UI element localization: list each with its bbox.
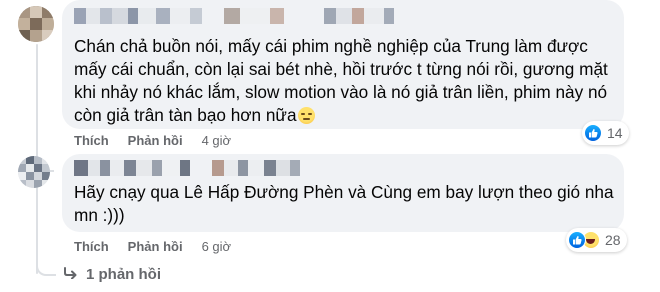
reaction-count: 14 <box>607 125 623 141</box>
like-icon <box>568 231 586 249</box>
comment-timestamp[interactable]: 4 giờ <box>202 133 232 148</box>
avatar[interactable] <box>18 6 54 42</box>
comment-thread: Chán chả buồn nói, mấy cái phim nghề ngh… <box>0 0 660 292</box>
sad-face-emoji <box>297 107 315 124</box>
author-name-redacted[interactable] <box>74 8 394 24</box>
author-name-redacted[interactable] <box>74 160 300 176</box>
comment-text: Chán chả buồn nói, mấy cái phim nghề ngh… <box>74 36 608 125</box>
reaction-summary[interactable]: 14 <box>582 121 629 145</box>
comment-text: Hãy cnạy qua Lê Hấp Đường Phèn và Cùng e… <box>74 182 614 225</box>
like-button[interactable]: Thích <box>74 133 109 148</box>
like-button[interactable]: Thích <box>74 239 109 254</box>
reply-button[interactable]: Phản hồi <box>128 133 183 148</box>
comment-timestamp[interactable]: 6 giờ <box>202 239 232 254</box>
reaction-summary[interactable]: 28 <box>566 228 627 252</box>
reaction-count: 28 <box>605 232 621 248</box>
view-replies-link[interactable]: 1 phản hồi <box>64 266 161 283</box>
replies-count-label: 1 phản hồi <box>86 266 161 283</box>
avatar[interactable] <box>18 156 50 188</box>
replies-branch-connector <box>36 262 56 276</box>
reply-arrow-icon <box>64 266 78 283</box>
like-icon <box>584 124 602 142</box>
comment-actions: Thích Phản hồi 4 giờ <box>74 133 231 148</box>
comment-actions: Thích Phản hồi 6 giờ <box>74 239 231 254</box>
reply-button[interactable]: Phản hồi <box>128 239 183 254</box>
